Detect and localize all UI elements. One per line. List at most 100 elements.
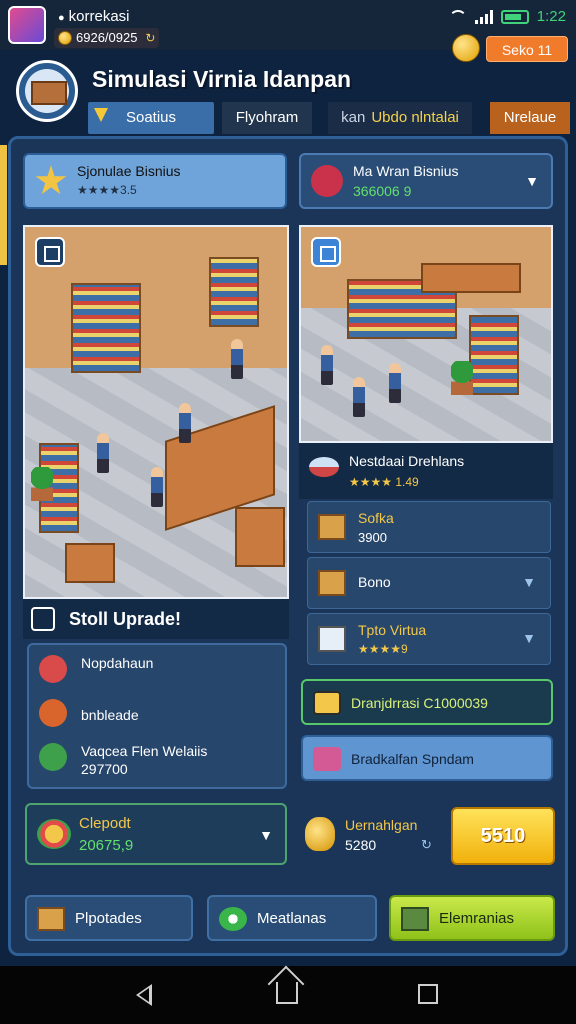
store-logo bbox=[16, 60, 78, 122]
store-scene-secondary[interactable] bbox=[299, 225, 553, 443]
main-tabs: Soatius Flyohram kan Ubdo nlntalai Nrelau… bbox=[88, 102, 570, 134]
other-business-value: 366006 9 bbox=[353, 183, 412, 199]
battery-icon bbox=[500, 9, 529, 24]
customer-character[interactable] bbox=[179, 403, 191, 443]
wifi-icon bbox=[448, 9, 467, 24]
stock-bar[interactable]: Dranjdrrasi C1000039 bbox=[301, 679, 553, 725]
shield-icon bbox=[94, 108, 108, 122]
box-icon bbox=[37, 907, 65, 931]
inventory-icon bbox=[313, 691, 341, 715]
product-rating: ★★★★9 bbox=[358, 642, 408, 656]
game-title: Simulasi Virnia Idanpan bbox=[92, 66, 352, 92]
game-screen: korrekasi 6926/0925 ↻ 1:22 Seko 11 Simul… bbox=[0, 0, 576, 1024]
customer-character[interactable] bbox=[97, 433, 109, 473]
employees-icon bbox=[401, 907, 429, 931]
tab-status-label: Soatius bbox=[125, 109, 177, 126]
product-item[interactable]: Bono ▼ bbox=[307, 557, 551, 609]
cashier-character[interactable] bbox=[151, 467, 163, 507]
search-scene-icon[interactable] bbox=[311, 237, 341, 267]
balance-display: Uernahlgan 5280 ↻ bbox=[305, 809, 445, 861]
star-icon bbox=[35, 165, 67, 195]
plant-decoration bbox=[31, 467, 53, 501]
android-navigation-bar bbox=[0, 966, 576, 1024]
customer-character[interactable] bbox=[353, 377, 365, 417]
signal-icon bbox=[474, 9, 493, 24]
product-value: 3900 bbox=[358, 530, 387, 545]
tools-icon bbox=[39, 699, 67, 727]
balance-label: Uernahlgan bbox=[345, 817, 418, 833]
recent-apps-icon[interactable] bbox=[418, 984, 438, 1004]
gear-icon bbox=[219, 907, 247, 931]
business-selector[interactable]: Ma Wran Bisnius 366006 9 ▼ bbox=[299, 153, 553, 209]
plant-decoration bbox=[451, 361, 473, 395]
refresh-icon: ↻ bbox=[145, 31, 156, 45]
box-icon bbox=[318, 514, 346, 540]
cart-icon bbox=[39, 655, 67, 683]
employees-label: Elemranias bbox=[439, 910, 515, 927]
deposit-label: Clepodt bbox=[79, 815, 131, 832]
gift-icon bbox=[313, 747, 341, 771]
product-list-rating: ★★★★ 1.49 bbox=[349, 475, 419, 489]
tab-misi[interactable]: Nrelaue bbox=[490, 102, 570, 134]
tab-keuangan[interactable]: Flyohram bbox=[222, 102, 312, 134]
upgrade-item-value: 297700 bbox=[81, 761, 128, 777]
cardboard-box bbox=[65, 543, 115, 583]
business-name: Sjonulae Bisnius bbox=[77, 163, 181, 179]
tab-upgrade-label: Ubdo nlntalai bbox=[371, 109, 459, 126]
stock-bar-label: Dranjdrrasi C1000039 bbox=[351, 695, 488, 711]
expand-scene-icon[interactable] bbox=[35, 237, 65, 267]
business-badge-icon bbox=[311, 165, 343, 197]
product-shelf bbox=[469, 315, 519, 395]
product-shelf bbox=[209, 257, 259, 327]
tab-status[interactable]: Soatius bbox=[88, 102, 214, 134]
home-icon[interactable] bbox=[276, 982, 298, 1004]
product-name: Tpto Virtua bbox=[358, 622, 427, 638]
chevron-down-icon: ▼ bbox=[259, 827, 273, 843]
money-icon bbox=[39, 743, 67, 771]
app-name: korrekasi bbox=[58, 8, 130, 25]
product-shelf bbox=[71, 283, 141, 373]
upgrade-item[interactable]: Vaqcea Flen Welaiis 297700 bbox=[39, 739, 279, 779]
back-icon[interactable] bbox=[136, 984, 152, 1006]
upgrade-item[interactable]: bnbleade bbox=[39, 695, 279, 735]
product-item[interactable]: Sofka 3900 bbox=[307, 501, 551, 553]
upgrade-icon bbox=[31, 607, 55, 631]
tab-upgrade-prefix: kan bbox=[341, 109, 366, 126]
chevron-down-icon: ▼ bbox=[525, 173, 539, 189]
deposit-icon bbox=[37, 819, 71, 849]
mechanics-label: Meatlanas bbox=[257, 910, 327, 927]
game-header: Simulasi Virnia Idanpan Soatius Flyohram… bbox=[8, 56, 570, 134]
promo-bar[interactable]: Bradkalfan Spndam bbox=[301, 735, 553, 781]
app-icon[interactable] bbox=[8, 6, 46, 44]
mechanics-button[interactable]: Meatlanas bbox=[207, 895, 377, 941]
customer-character[interactable] bbox=[321, 345, 333, 385]
upgrade-item-name: Vaqcea Flen Welaiis bbox=[81, 743, 208, 759]
coin-amount: 6926/0925 bbox=[76, 30, 138, 45]
chevron-down-icon: ▼ bbox=[522, 574, 536, 590]
deposit-value: 20675,9 bbox=[79, 837, 134, 854]
products-button[interactable]: Plpotades bbox=[25, 895, 193, 941]
product-item[interactable]: Tpto Virtua ★★★★9 ▼ bbox=[307, 613, 551, 665]
customer-character[interactable] bbox=[389, 363, 401, 403]
products-label: Plpotades bbox=[75, 910, 142, 927]
product-name: Bono bbox=[358, 574, 391, 590]
tab-upgrade[interactable]: kan Ubdo nlntalai bbox=[328, 102, 472, 134]
coin-counter[interactable]: 6926/0925 ↻ bbox=[54, 28, 160, 48]
upgrade-item[interactable]: Nopdahaun bbox=[39, 651, 279, 691]
employees-button[interactable]: Elemranias bbox=[389, 895, 555, 941]
display-counter bbox=[235, 507, 285, 567]
product-name: Sofka bbox=[358, 510, 394, 526]
collect-button[interactable]: 5510 bbox=[451, 807, 555, 865]
other-business-name: Ma Wran Bisnius bbox=[353, 163, 459, 179]
store-scene-main[interactable] bbox=[23, 225, 289, 599]
product-list-header: Nestdaai Drehlans ★★★★ 1.49 bbox=[299, 443, 553, 499]
clock: 1:22 bbox=[536, 8, 566, 25]
current-business-card[interactable]: Sjonulae Bisnius ★★★★3.5 bbox=[23, 153, 287, 209]
system-indicators: 1:22 bbox=[448, 8, 566, 25]
customer-character[interactable] bbox=[231, 339, 243, 379]
refresh-icon: ↻ bbox=[421, 837, 432, 852]
chevron-down-icon: ▼ bbox=[522, 630, 536, 646]
deposit-selector[interactable]: Clepodt 20675,9 ▼ bbox=[25, 803, 287, 865]
device-icon bbox=[318, 626, 346, 652]
business-rating: ★★★★3.5 bbox=[77, 183, 137, 197]
